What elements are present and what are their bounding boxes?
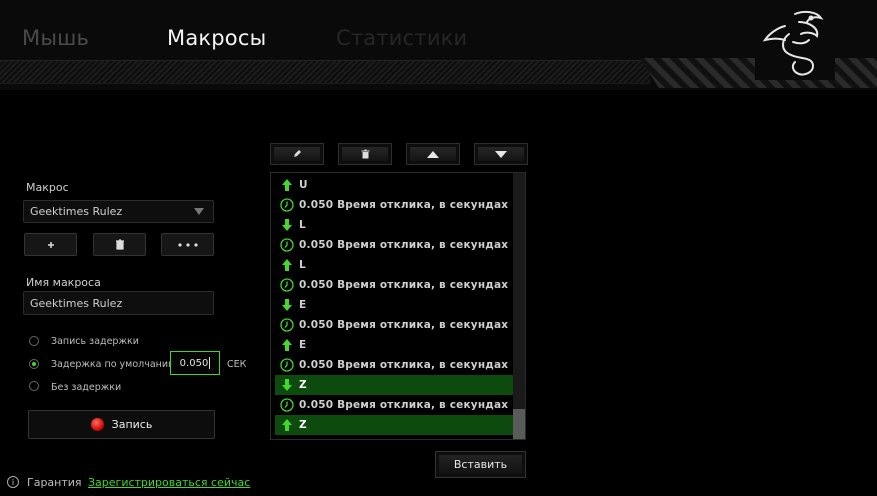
- plus-icon: [47, 241, 54, 248]
- arrow-up-icon: [275, 335, 299, 355]
- clock-icon: [275, 235, 299, 255]
- insert-button[interactable]: Вставить: [435, 451, 526, 478]
- list-item[interactable]: L: [275, 215, 513, 235]
- register-link[interactable]: Зарегистрироваться сейчас: [88, 476, 250, 489]
- warranty-label: Гарантия: [27, 476, 82, 489]
- insert-label: Вставить: [439, 455, 522, 474]
- button-face: [410, 147, 456, 161]
- arrow-up-icon: [275, 415, 299, 435]
- arrow-down-icon: [275, 215, 299, 235]
- tab-macros[interactable]: Макросы: [167, 26, 266, 50]
- list-item-text: Z: [299, 419, 307, 431]
- header-decor-stripe: [0, 60, 650, 84]
- list-item-text: L: [299, 259, 306, 271]
- list-item[interactable]: 0.050 Время отклика, в секундах: [275, 355, 513, 375]
- macro-name-label: Имя макроса: [26, 276, 101, 289]
- macro-event-list[interactable]: U 0.050 Время отклика, в секундах L 0.050 В…: [270, 172, 526, 440]
- radio-record-delay[interactable]: [29, 336, 39, 346]
- list-item[interactable]: 0.050 Время отклика, в секундах: [275, 395, 513, 415]
- clock-icon: [275, 355, 299, 375]
- list-item-text: Z: [299, 379, 307, 391]
- delay-value: 0.050: [179, 357, 209, 369]
- edit-button[interactable]: [270, 143, 324, 165]
- add-macro-button[interactable]: [24, 233, 77, 256]
- delay-unit: СЕК: [227, 359, 247, 370]
- delete-macro-button[interactable]: [93, 233, 146, 256]
- delay-input[interactable]: 0.050: [170, 351, 220, 375]
- list-item[interactable]: L: [275, 255, 513, 275]
- tab-statistics[interactable]: Статистики: [336, 26, 467, 50]
- button-face: [478, 147, 524, 161]
- macro-name-input[interactable]: Geektimes Rulez: [23, 291, 214, 315]
- list-item-text: 0.050 Время отклика, в секундах: [299, 359, 509, 371]
- razer-logo-icon: [755, 4, 835, 80]
- list-item-text: 0.050 Время отклика, в секундах: [299, 319, 509, 331]
- header: Мышь Макросы Статистики: [0, 0, 877, 90]
- list-item[interactable]: E: [275, 295, 513, 315]
- pencil-icon: [294, 150, 301, 157]
- list-item[interactable]: 0.050 Время отклика, в секундах: [275, 195, 513, 215]
- list-item[interactable]: 0.050 Время отклика, в секундах: [275, 235, 513, 255]
- arrow-up-icon: [275, 175, 299, 195]
- radio-default-delay-label: Задержка по умолчанию: [51, 359, 177, 370]
- clock-icon: [275, 195, 299, 215]
- radio-record-delay-label: Запись задержки: [51, 336, 139, 347]
- macro-name-value: Geektimes Rulez: [30, 296, 123, 310]
- list-item-text: U: [299, 179, 308, 191]
- arrow-up-icon: [275, 255, 299, 275]
- move-up-button[interactable]: [406, 143, 460, 165]
- list-item[interactable]: Z: [275, 375, 513, 395]
- macro-select-value: Geektimes Rulez: [30, 205, 123, 218]
- text-cursor: [209, 357, 211, 369]
- trash-icon: [115, 239, 124, 250]
- list-item[interactable]: 0.050 Время отклика, в секундах: [275, 315, 513, 335]
- record-button[interactable]: Запись: [28, 410, 215, 439]
- radio-default-delay[interactable]: [29, 359, 39, 369]
- move-up-icon: [427, 150, 439, 158]
- radio-no-delay-label: Без задержки: [51, 382, 122, 393]
- list-item[interactable]: U: [275, 175, 513, 195]
- macro-label: Макрос: [26, 181, 69, 194]
- radio-no-delay[interactable]: [29, 381, 39, 391]
- list-item-text: E: [299, 339, 307, 351]
- arrow-down-icon: [275, 375, 299, 395]
- list-item-text: 0.050 Время отклика, в секундах: [299, 239, 509, 251]
- button-face: [342, 147, 388, 161]
- list-item-text: 0.050 Время отклика, в секундах: [299, 279, 509, 291]
- list-item-text: E: [299, 299, 307, 311]
- ellipsis-icon: [177, 242, 198, 247]
- delete-event-button[interactable]: [338, 143, 392, 165]
- more-options-button[interactable]: [161, 233, 214, 256]
- chevron-down-icon: [194, 208, 204, 215]
- record-label: Запись: [111, 418, 153, 431]
- list-item-text: 0.050 Время отклика, в секундах: [299, 399, 509, 411]
- tab-bar: Мышь Макросы Статистики: [0, 0, 700, 60]
- arrow-down-icon: [275, 295, 299, 315]
- record-icon: [90, 418, 104, 431]
- list-item-text: 0.050 Время отклика, в секундах: [299, 199, 509, 211]
- info-icon: i: [7, 476, 19, 488]
- scrollbar-thumb[interactable]: [513, 409, 525, 439]
- list-item[interactable]: E: [275, 335, 513, 355]
- trash-icon: [361, 149, 369, 159]
- button-face: [274, 147, 320, 161]
- scrollbar[interactable]: [513, 173, 525, 439]
- move-down-button[interactable]: [474, 143, 528, 165]
- list-item-text: L: [299, 219, 306, 231]
- macro-select[interactable]: Geektimes Rulez: [23, 200, 214, 223]
- list-item[interactable]: 0.050 Время отклика, в секундах: [275, 275, 513, 295]
- move-down-icon: [495, 150, 507, 158]
- list-item[interactable]: Z: [275, 415, 513, 435]
- clock-icon: [275, 315, 299, 335]
- clock-icon: [275, 275, 299, 295]
- tab-mouse[interactable]: Мышь: [22, 26, 89, 50]
- clock-icon: [275, 395, 299, 415]
